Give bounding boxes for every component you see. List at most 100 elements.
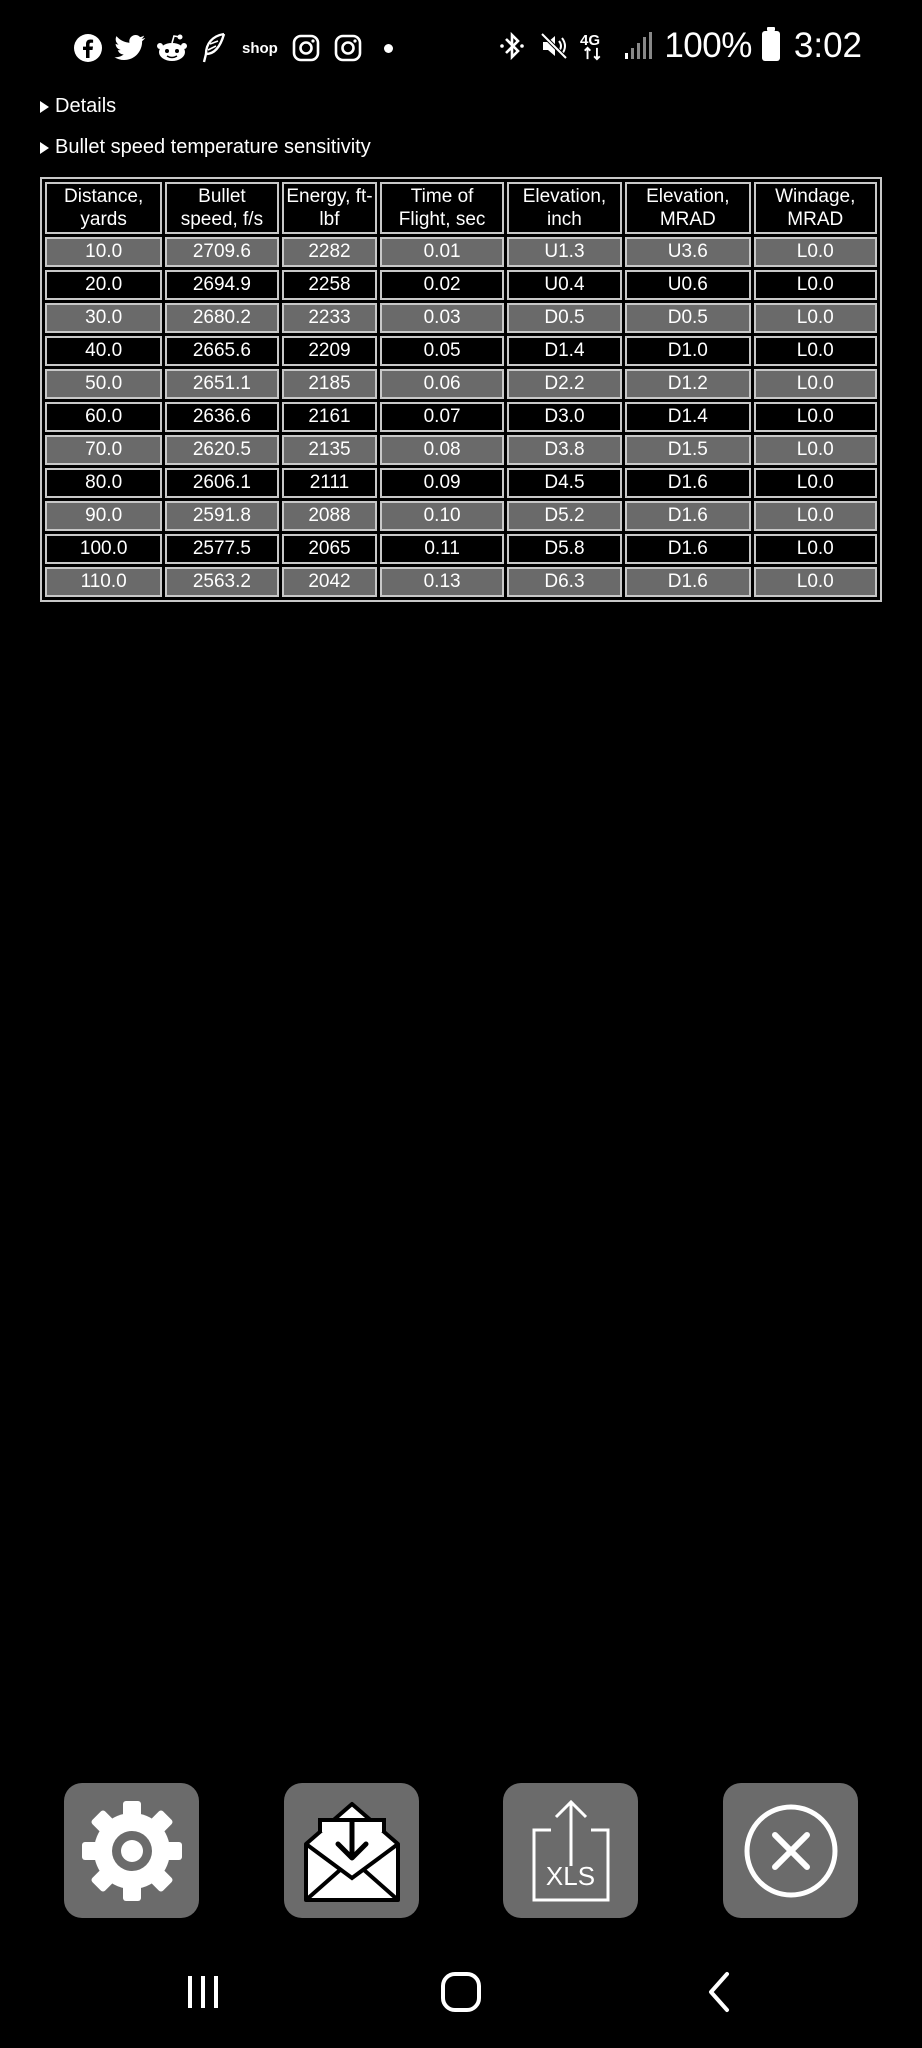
reddit-icon [156,32,188,64]
table-cell: L0.0 [753,270,877,300]
table-cell: 2042 [281,567,378,597]
details-label: Details [55,95,117,117]
table-cell: U0.6 [625,270,751,300]
table-cell: U0.4 [506,270,623,300]
table-cell: D1.4 [506,336,623,366]
table-cell: 2563.2 [165,567,279,597]
email-download-icon [303,1801,400,1902]
column-header: Elevation, inch [506,182,623,234]
battery-percent: 100% [664,26,752,65]
table-cell: L0.0 [753,402,877,432]
ballistics-table-container: Distance, yards Bullet speed, f/s Energy… [40,177,882,602]
column-header: Time of Flight, sec [380,182,504,234]
home-button[interactable] [426,1964,496,2020]
table-cell: 50.0 [45,369,163,399]
expand-triangle-icon [40,141,49,154]
table-cell: 0.03 [380,303,504,333]
column-header: Distance, yards [45,182,163,234]
table-cell: 2577.5 [165,534,279,564]
table-cell: 0.09 [380,468,504,498]
table-row: 30.0 2680.2 2233 0.03 D0.5 D0.5 L0.0 [45,303,877,333]
table-cell: L0.0 [753,435,877,465]
svg-text:4G: 4G [580,32,600,49]
feather-icon [198,32,230,64]
table-cell: D1.2 [625,369,751,399]
export-xls-button[interactable]: XLS [503,1783,638,1918]
table-row: 60.0 2636.6 2161 0.07 D3.0 D1.4 L0.0 [45,402,877,432]
table-cell: 2694.9 [165,270,279,300]
details-toggle[interactable]: Details [40,95,116,118]
table-cell: 2088 [281,501,378,531]
table-cell: 0.07 [380,402,504,432]
bluetooth-icon [496,30,528,62]
table-cell: D1.6 [625,567,751,597]
table-cell: 2665.6 [165,336,279,366]
instagram-icon [290,32,322,64]
table-cell: D1.6 [625,534,751,564]
table-cell: 2135 [281,435,378,465]
table-cell: 2282 [281,237,378,267]
back-icon [709,1972,729,2012]
table-cell: D1.0 [625,336,751,366]
table-cell: 0.10 [380,501,504,531]
table-cell: 0.13 [380,567,504,597]
table-cell: D1.5 [625,435,751,465]
notification-icons: shop [72,28,393,68]
table-cell: D3.0 [506,402,623,432]
temperature-sensitivity-toggle[interactable]: Bullet speed temperature sensitivity [40,136,371,159]
table-cell: D3.8 [506,435,623,465]
email-download-button[interactable] [284,1783,419,1918]
ballistics-table: Distance, yards Bullet speed, f/s Energy… [40,177,882,602]
table-cell: 20.0 [45,270,163,300]
table-cell: 30.0 [45,303,163,333]
shop-icon: shop [242,39,278,57]
4g-lte-icon: 4G [580,30,612,62]
table-cell: L0.0 [753,534,877,564]
table-cell: 60.0 [45,402,163,432]
table-cell: 2258 [281,270,378,300]
column-header: Energy, ft-lbf [281,182,378,234]
table-row: 50.0 2651.1 2185 0.06 D2.2 D1.2 L0.0 [45,369,877,399]
column-header: Windage, MRAD [753,182,877,234]
settings-button[interactable] [64,1783,199,1918]
table-cell: 0.05 [380,336,504,366]
table-cell: D5.2 [506,501,623,531]
close-button[interactable] [723,1783,858,1918]
back-button[interactable] [684,1964,754,2020]
table-cell: 2606.1 [165,468,279,498]
table-cell: 2680.2 [165,303,279,333]
table-cell: L0.0 [753,303,877,333]
table-header-row: Distance, yards Bullet speed, f/s Energy… [45,182,877,234]
status-bar: shop 4G 100% 3:02 [0,0,922,92]
table-cell: 0.02 [380,270,504,300]
table-cell: 0.08 [380,435,504,465]
table-cell: 2651.1 [165,369,279,399]
system-nav-bar [0,1940,922,2048]
recents-button[interactable] [168,1964,238,2020]
signal-icon [622,30,654,62]
table-cell: D0.5 [506,303,623,333]
table-cell: 2161 [281,402,378,432]
expand-triangle-icon [40,100,49,113]
temperature-sensitivity-label: Bullet speed temperature sensitivity [55,136,371,158]
table-cell: 2636.6 [165,402,279,432]
table-cell: 10.0 [45,237,163,267]
table-cell: L0.0 [753,501,877,531]
recents-icon [188,1976,218,2008]
table-cell: 90.0 [45,501,163,531]
table-row: 10.0 2709.6 2282 0.01 U1.3 U3.6 L0.0 [45,237,877,267]
table-row: 110.0 2563.2 2042 0.13 D6.3 D1.6 L0.0 [45,567,877,597]
table-cell: L0.0 [753,336,877,366]
table-cell: 80.0 [45,468,163,498]
dot-icon [383,43,393,53]
table-cell: D0.5 [625,303,751,333]
clock: 3:02 [793,26,862,65]
table-row: 100.0 2577.5 2065 0.11 D5.8 D1.6 L0.0 [45,534,877,564]
table-cell: 2709.6 [165,237,279,267]
gear-icon [81,1800,182,1901]
table-row: 70.0 2620.5 2135 0.08 D3.8 D1.5 L0.0 [45,435,877,465]
facebook-icon [72,32,104,64]
instagram-icon [332,32,364,64]
table-cell: 2111 [281,468,378,498]
table-cell: L0.0 [753,369,877,399]
